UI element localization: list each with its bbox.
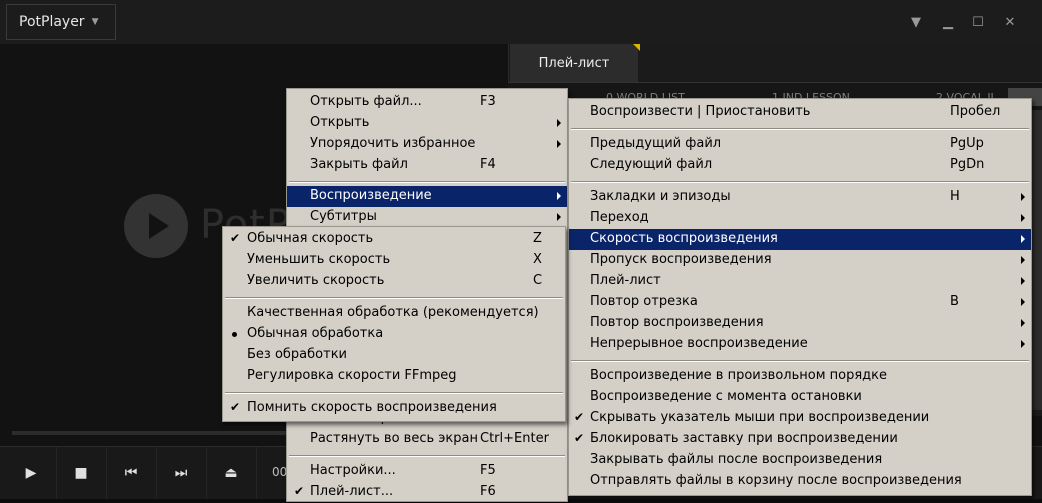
close-button[interactable]: ✕ <box>1000 12 1020 32</box>
menu-item-subtitles[interactable]: Субтитры <box>287 207 567 228</box>
submenu-arrow-icon <box>1021 277 1025 285</box>
submenu-arrow-icon <box>1021 298 1025 306</box>
playback-submenu: Воспроизвести | Приостановить Пробел Пре… <box>568 98 1032 496</box>
menu-item-repeat-playback[interactable]: Повтор воспроизведения <box>569 313 1031 334</box>
submenu-arrow-icon <box>557 140 561 148</box>
title-bar: PotPlayer ▼ ▼ ▁ ☐ ✕ <box>0 0 1042 45</box>
menu-item-recycle-after-playback[interactable]: Отправлять файлы в корзину после воспрои… <box>569 471 1031 492</box>
menu-separator <box>289 455 565 457</box>
menu-item-resume-playback[interactable]: Воспроизведение с момента остановки <box>569 387 1031 408</box>
menu-item-skip-playback[interactable]: Пропуск воспроизведения <box>569 250 1031 271</box>
menu-item-playback-speed[interactable]: Скорость воспроизведения <box>569 229 1031 250</box>
menu-separator <box>571 360 1029 362</box>
menu-item-decrease-speed[interactable]: Уменьшить скорость X <box>223 250 565 271</box>
pin-icon[interactable]: ▼ <box>906 12 926 32</box>
menu-item-jump[interactable]: Переход <box>569 208 1031 229</box>
check-icon: ✔ <box>230 400 241 414</box>
menu-item-ffmpeg-speed[interactable]: Регулировка скорости FFmpeg <box>223 366 565 387</box>
menu-item-stretch-fullscreen[interactable]: Растянуть во весь экран Ctrl+Enter <box>287 429 567 450</box>
menu-item-bookmarks[interactable]: Закладки и эпизоды H <box>569 187 1031 208</box>
menu-item-remember-speed[interactable]: ✔ Помнить скорость воспроизведения <box>223 398 565 419</box>
menu-item-close-after-playback[interactable]: Закрывать файлы после воспроизведения <box>569 450 1031 471</box>
app-title: PotPlayer <box>19 14 85 30</box>
menu-item-increase-speed[interactable]: Увеличить скорость C <box>223 271 565 292</box>
menu-item-normal-speed[interactable]: ✔ Обычная скорость Z <box>223 229 565 250</box>
tab-marker-icon <box>633 44 640 51</box>
submenu-arrow-icon <box>1021 193 1025 201</box>
submenu-arrow-icon <box>557 119 561 127</box>
menu-item-ab-repeat[interactable]: Повтор отрезка B <box>569 292 1031 313</box>
menu-item-play-pause[interactable]: Воспроизвести | Приостановить Пробел <box>569 102 1031 123</box>
menu-item-previous-file[interactable]: Предыдущий файл PgUp <box>569 134 1031 155</box>
play-button[interactable]: ▶ <box>6 447 57 499</box>
menu-separator <box>571 181 1029 183</box>
check-icon: ✔ <box>230 231 241 245</box>
minimize-button[interactable]: ▁ <box>938 12 958 32</box>
menu-item-block-screensaver[interactable]: ✔ Блокировать заставку при воспроизведен… <box>569 429 1031 450</box>
menu-separator <box>571 128 1029 130</box>
menu-item-close-file[interactable]: Закрыть файл F4 <box>287 155 567 176</box>
eject-button[interactable]: ⏏ <box>206 447 257 499</box>
menu-item-continuous-playback[interactable]: Непрерывное воспроизведение <box>569 334 1031 355</box>
radio-dot-icon <box>232 332 237 337</box>
speed-submenu: ✔ Обычная скорость Z Уменьшить скорость … <box>222 226 566 422</box>
menu-item-normal-processing[interactable]: Обычная обработка <box>223 324 565 345</box>
menu-item-settings[interactable]: Настройки... F5 <box>287 461 567 482</box>
maximize-button[interactable]: ☐ <box>968 12 988 32</box>
time-display: 00 <box>272 465 288 479</box>
menu-separator <box>225 297 563 299</box>
menu-item-next-file[interactable]: Следующий файл PgDn <box>569 155 1031 176</box>
check-icon: ✔ <box>574 431 585 445</box>
menu-item-playlist[interactable]: ✔ Плей-лист... F6 <box>287 482 567 503</box>
menu-item-open[interactable]: Открыть <box>287 113 567 134</box>
playlist-scrollbar[interactable] <box>1032 110 1042 410</box>
app-menu-button[interactable]: PotPlayer ▼ <box>6 4 116 40</box>
stop-button[interactable]: ■ <box>56 447 107 499</box>
menu-item-playback[interactable]: Воспроизведение <box>287 186 567 207</box>
submenu-arrow-icon <box>1021 319 1025 327</box>
menu-item-quality-processing[interactable]: Качественная обработка (рекомендуется) <box>223 303 565 324</box>
potplayer-logo-icon <box>124 194 188 258</box>
menu-separator <box>289 181 565 183</box>
next-button[interactable]: ⏭ <box>156 447 207 499</box>
tab-playlist[interactable]: Плей-лист <box>510 44 640 82</box>
chevron-down-icon: ▼ <box>91 17 99 27</box>
menu-item-organize-favorites[interactable]: Упорядочить избранное <box>287 134 567 155</box>
menu-item-shuffle[interactable]: Воспроизведение в произвольном порядке <box>569 366 1031 387</box>
menu-item-no-processing[interactable]: Без обработки <box>223 345 565 366</box>
menu-item-hide-cursor[interactable]: ✔ Скрывать указатель мыши при воспроизве… <box>569 408 1031 429</box>
previous-button[interactable]: ⏮ <box>106 447 157 499</box>
submenu-arrow-icon <box>557 213 561 221</box>
submenu-arrow-icon <box>1021 256 1025 264</box>
menu-item-open-file[interactable]: Открыть файл... F3 <box>287 92 567 113</box>
submenu-arrow-icon <box>1021 214 1025 222</box>
menu-item-playlist-sub[interactable]: Плей-лист <box>569 271 1031 292</box>
submenu-arrow-icon <box>1021 235 1025 243</box>
submenu-arrow-icon <box>557 192 561 200</box>
menu-separator <box>225 392 563 394</box>
check-icon: ✔ <box>574 410 585 424</box>
submenu-arrow-icon <box>1021 340 1025 348</box>
check-icon: ✔ <box>294 484 305 498</box>
